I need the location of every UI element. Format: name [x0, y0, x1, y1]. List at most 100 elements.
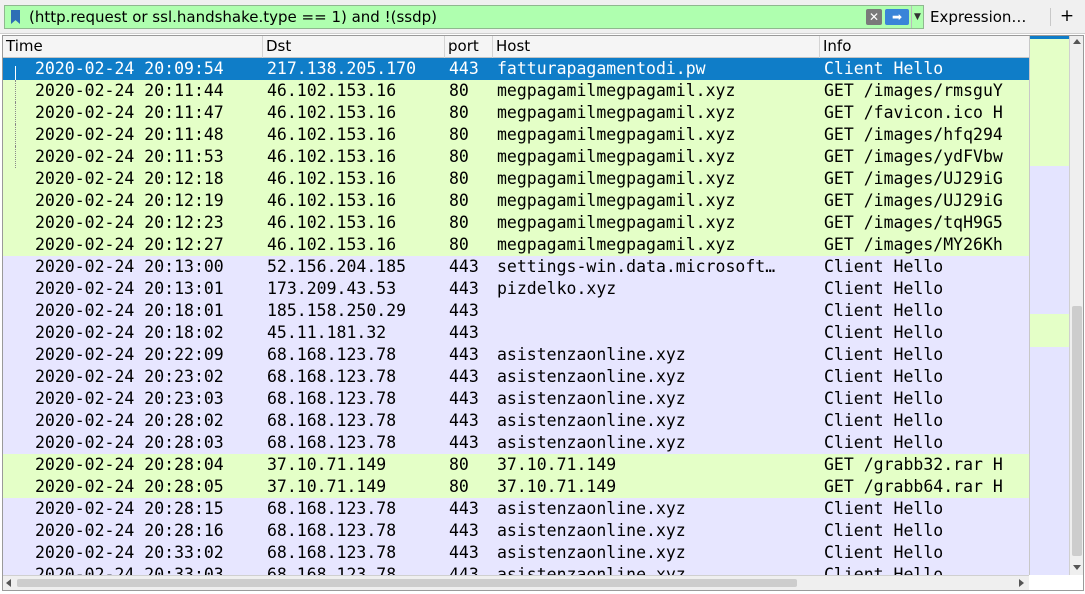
cell-info: Client Hello [824, 59, 944, 78]
packet-row[interactable]: 2020-02-24 20:12:19 46.102.153.16 80 megpag… [3, 190, 1029, 212]
packet-row[interactable]: 2020-02-24 20:12:27 46.102.153.16 80 megpag… [3, 234, 1029, 256]
bookmark-icon[interactable] [11, 10, 20, 24]
packet-row[interactable]: 2020-02-24 20:11:44 46.102.153.16 80 megpag… [3, 80, 1029, 102]
cell-info: Client Hello [824, 279, 944, 298]
display-filter-toolbar: (http.request or ssl.handshake.type == 1… [0, 0, 1085, 34]
cell-port: 80 [449, 125, 469, 144]
cell-time: 2020-02-24 20:28:16 [35, 521, 224, 540]
cell-host: asistenzaonline.xyz [497, 345, 686, 364]
cell-info: GET /images/MY26Kh [824, 235, 1003, 254]
cell-port: 80 [449, 191, 469, 210]
horizontal-scroll-thumb[interactable] [17, 579, 797, 587]
packet-row[interactable]: 2020-02-24 20:22:09 68.168.123.78 443 asist… [3, 344, 1029, 366]
cell-info: Client Hello [824, 521, 944, 540]
cell-port: 80 [449, 235, 469, 254]
packet-row[interactable]: 2020-02-24 20:33:02 68.168.123.78 443 asist… [3, 542, 1029, 564]
cell-info: GET /images/UJ29iG [824, 169, 1003, 188]
conversation-tree-line [15, 146, 16, 168]
packet-row[interactable]: 2020-02-24 20:28:04 37.10.71.149 80 37.10.7… [3, 454, 1029, 476]
cell-dst: 173.209.43.53 [267, 279, 397, 298]
cell-info: Client Hello [824, 433, 944, 452]
cell-dst: 37.10.71.149 [267, 477, 387, 496]
packet-row[interactable]: 2020-02-24 20:28:02 68.168.123.78 443 asist… [3, 410, 1029, 432]
clear-filter-icon[interactable]: ✕ [866, 9, 882, 25]
expression-button[interactable]: Expression… [930, 6, 1026, 28]
cell-host: megpagamilmegpagamil.xyz [497, 213, 736, 232]
cell-dst: 46.102.153.16 [267, 213, 397, 232]
cell-dst: 45.11.181.32 [267, 323, 387, 342]
cell-host: megpagamilmegpagamil.xyz [497, 125, 736, 144]
cell-host: asistenzaonline.xyz [497, 411, 686, 430]
cell-info: Client Hello [824, 543, 944, 562]
cell-time: 2020-02-24 20:28:04 [35, 455, 224, 474]
apply-filter-icon[interactable]: ➡ [885, 9, 909, 25]
cell-host [497, 322, 821, 344]
packet-row[interactable]: 2020-02-24 20:33:03 68.168.123.78 443 asist… [3, 564, 1029, 575]
cell-info: Client Hello [824, 389, 944, 408]
cell-port: 443 [449, 301, 479, 320]
cell-dst: 68.168.123.78 [267, 411, 397, 430]
cell-dst: 68.168.123.78 [267, 367, 397, 386]
column-header-info[interactable]: Info [820, 36, 1029, 58]
packet-row[interactable]: 2020-02-24 20:13:01 173.209.43.53 443 pizde… [3, 278, 1029, 300]
packet-minimap[interactable] [1029, 36, 1070, 575]
cell-port: 80 [449, 213, 469, 232]
packet-row[interactable]: 2020-02-24 20:09:54 217.138.205.170 443 fat… [3, 58, 1029, 80]
horizontal-scrollbar[interactable] [3, 575, 1029, 590]
packet-row[interactable]: 2020-02-24 20:18:02 45.11.181.32 443 Client… [3, 322, 1029, 344]
cell-dst: 46.102.153.16 [267, 81, 397, 100]
minimap-http-block [1030, 36, 1070, 166]
cell-info: Client Hello [824, 411, 944, 430]
scroll-up-icon[interactable] [1073, 39, 1081, 44]
cell-time: 2020-02-24 20:11:48 [35, 125, 224, 144]
vertical-scroll-thumb[interactable] [1072, 306, 1082, 556]
add-filter-button[interactable]: + [1058, 4, 1076, 28]
cell-host: asistenzaonline.xyz [497, 565, 686, 575]
cell-time: 2020-02-24 20:11:44 [35, 81, 224, 100]
packet-row[interactable]: 2020-02-24 20:28:16 68.168.123.78 443 asist… [3, 520, 1029, 542]
packet-row[interactable]: 2020-02-24 20:28:05 37.10.71.149 80 37.10.7… [3, 476, 1029, 498]
filter-text[interactable]: (http.request or ssl.handshake.type == 1… [29, 8, 437, 26]
packet-row[interactable]: 2020-02-24 20:28:15 68.168.123.78 443 asist… [3, 498, 1029, 520]
packet-row[interactable]: 2020-02-24 20:12:23 46.102.153.16 80 megpag… [3, 212, 1029, 234]
column-header-dst[interactable]: Dst [263, 36, 445, 58]
scroll-right-icon[interactable] [1019, 579, 1024, 587]
column-header-port[interactable]: port [445, 36, 493, 58]
column-header-host[interactable]: Host [493, 36, 820, 58]
filter-history-dropdown-icon[interactable]: ▼ [911, 6, 923, 28]
cell-host: fatturapagamentodi.pw [497, 59, 706, 78]
vertical-scrollbar[interactable] [1069, 36, 1083, 575]
column-header-time[interactable]: Time [3, 36, 263, 58]
cell-port: 443 [449, 279, 479, 298]
pane-splitter-grip[interactable] [536, 590, 552, 593]
display-filter-input[interactable]: (http.request or ssl.handshake.type == 1… [4, 5, 924, 29]
cell-info: GET /images/ydFVbw [824, 147, 1003, 166]
cell-info: GET /images/UJ29iG [824, 191, 1003, 210]
cell-info: GET /grabb32.rar H [824, 455, 1003, 474]
cell-port: 80 [449, 455, 469, 474]
cell-info: Client Hello [824, 345, 944, 364]
packet-row[interactable]: 2020-02-24 20:23:03 68.168.123.78 443 asist… [3, 388, 1029, 410]
packet-row[interactable]: 2020-02-24 20:12:18 46.102.153.16 80 megpag… [3, 168, 1029, 190]
scroll-down-icon[interactable] [1073, 565, 1081, 570]
conversation-tree-line [15, 102, 16, 124]
scroll-left-icon[interactable] [6, 579, 11, 587]
packet-row[interactable]: 2020-02-24 20:28:03 68.168.123.78 443 asist… [3, 432, 1029, 454]
cell-dst: 68.168.123.78 [267, 543, 397, 562]
cell-time: 2020-02-24 20:11:53 [35, 147, 224, 166]
cell-host: asistenzaonline.xyz [497, 367, 686, 386]
packet-row[interactable]: 2020-02-24 20:11:48 46.102.153.16 80 megpag… [3, 124, 1029, 146]
cell-time: 2020-02-24 20:28:15 [35, 499, 224, 518]
cell-port: 443 [449, 499, 479, 518]
cell-info: Client Hello [824, 323, 944, 342]
packet-row[interactable]: 2020-02-24 20:18:01 185.158.250.29 443 Clie… [3, 300, 1029, 322]
packet-row[interactable]: 2020-02-24 20:13:00 52.156.204.185 443 sett… [3, 256, 1029, 278]
cell-port: 443 [449, 323, 479, 342]
cell-host: asistenzaonline.xyz [497, 499, 686, 518]
cell-port: 443 [449, 543, 479, 562]
packet-row[interactable]: 2020-02-24 20:11:47 46.102.153.16 80 megpag… [3, 102, 1029, 124]
packet-row[interactable]: 2020-02-24 20:23:02 68.168.123.78 443 asist… [3, 366, 1029, 388]
cell-host: 37.10.71.149 [497, 455, 617, 474]
packet-row[interactable]: 2020-02-24 20:11:53 46.102.153.16 80 megpag… [3, 146, 1029, 168]
cell-time: 2020-02-24 20:12:18 [35, 169, 224, 188]
